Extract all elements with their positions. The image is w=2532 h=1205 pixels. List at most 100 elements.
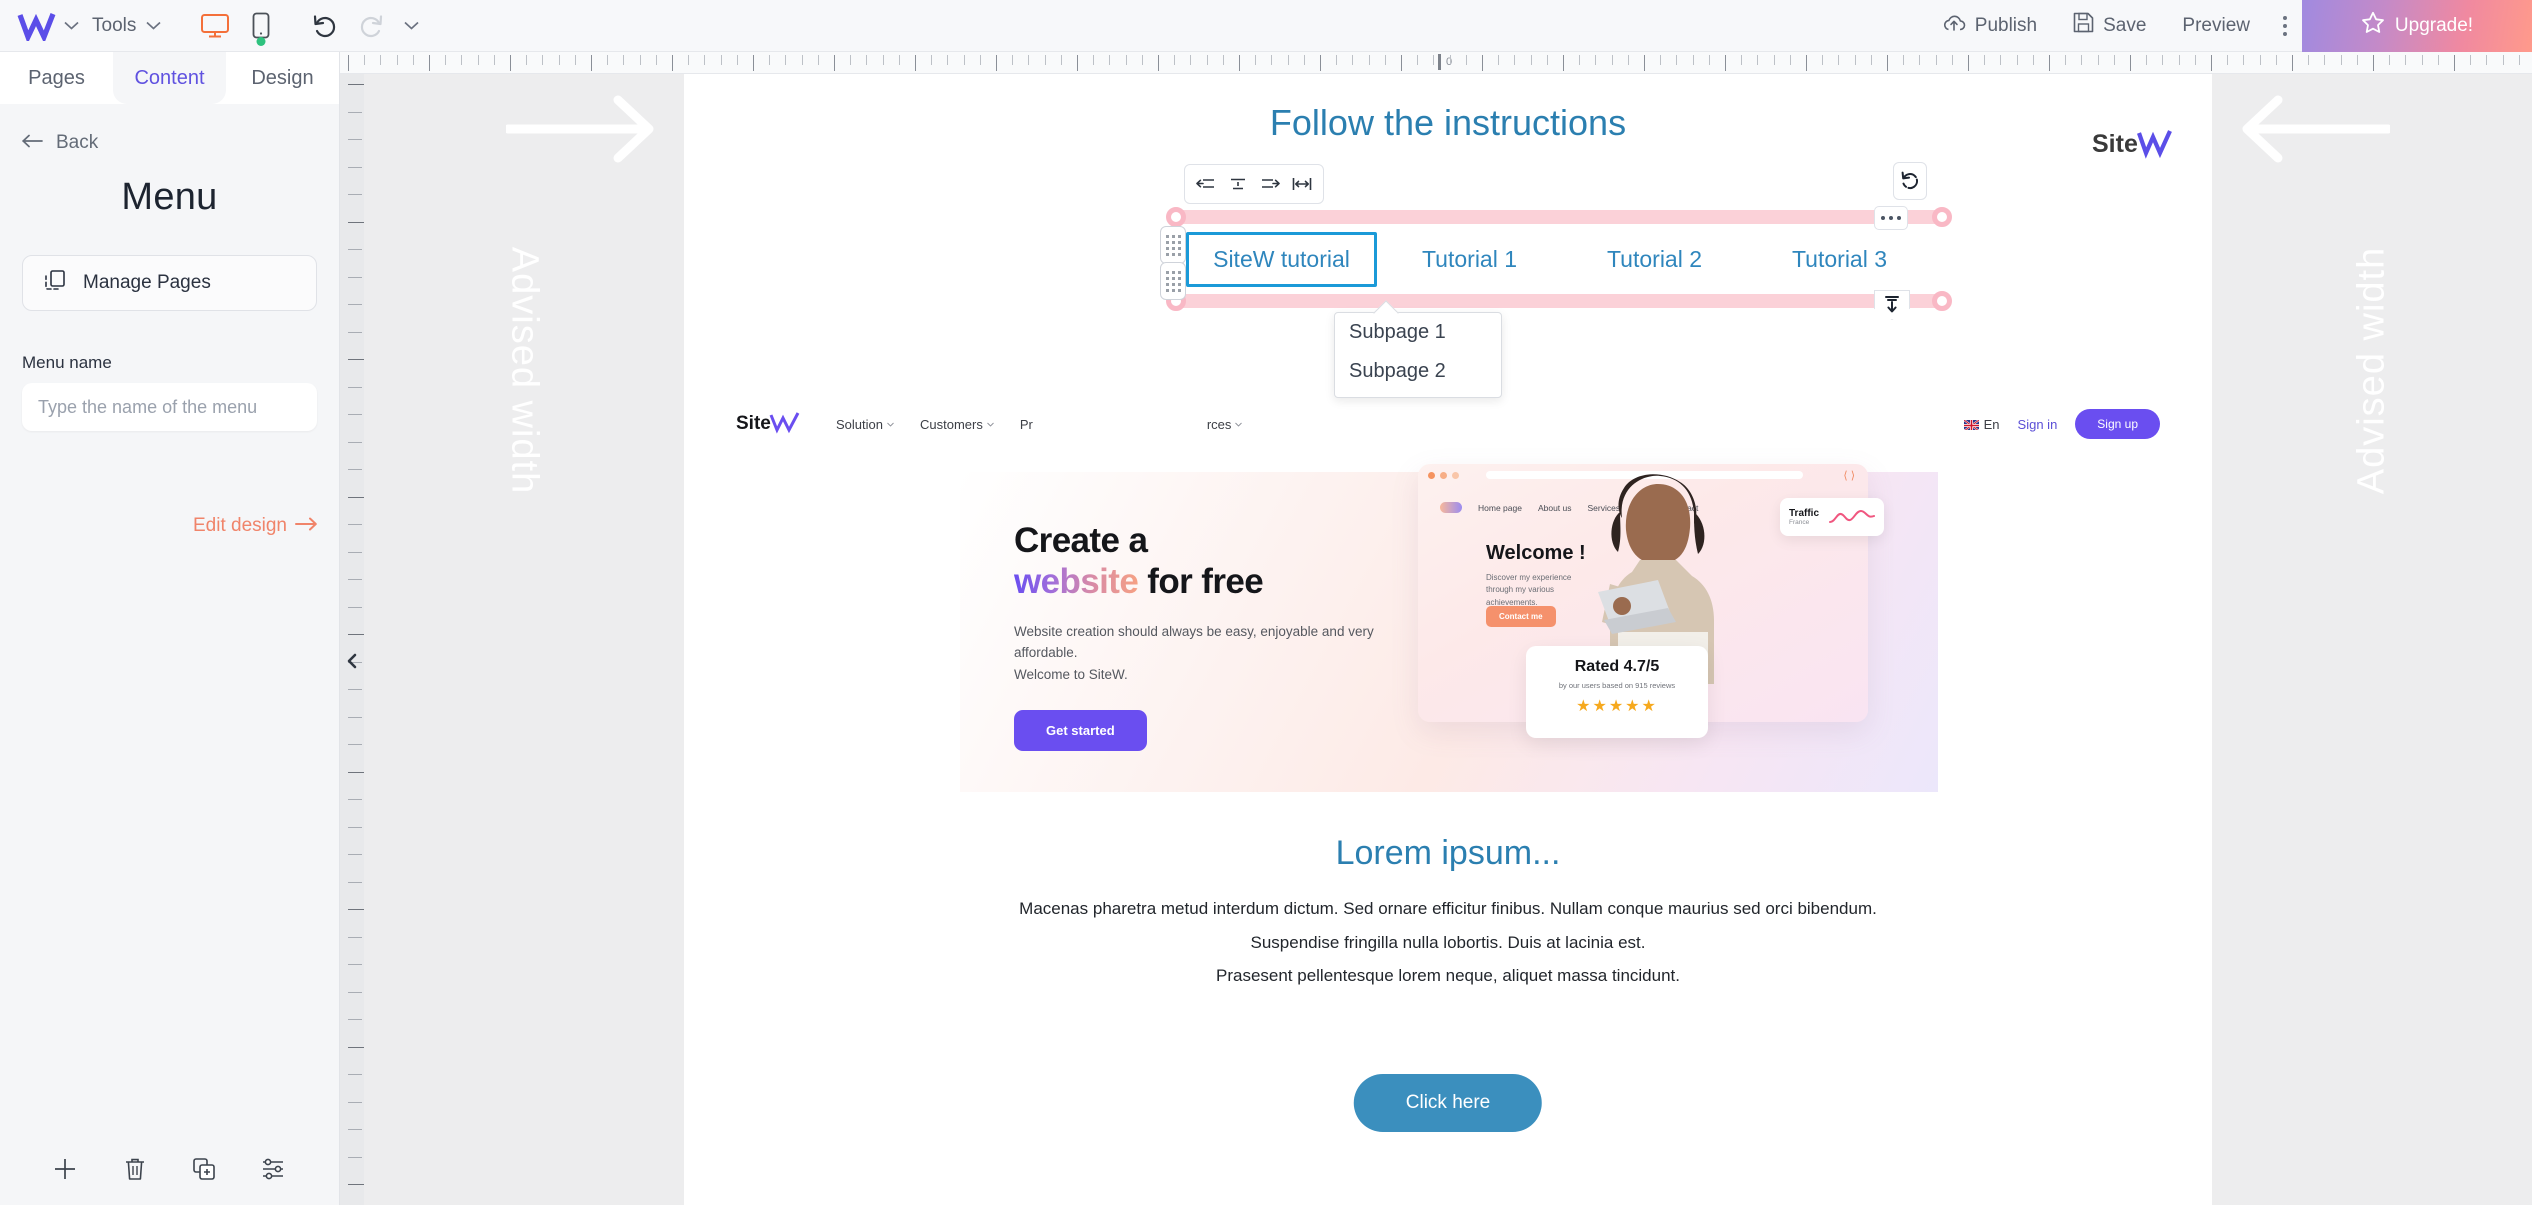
ruler-tick-v	[348, 359, 364, 360]
ruler-tick	[721, 55, 722, 65]
logo-dropdown-chevron-icon[interactable]	[60, 15, 82, 37]
ruler-tick	[656, 55, 657, 65]
move-down-icon[interactable]	[1874, 290, 1910, 320]
ruler-tick	[2324, 55, 2325, 65]
ruler-tick	[2389, 55, 2390, 65]
drag-handle-lower[interactable]	[1160, 262, 1186, 300]
page-title: Menu	[121, 176, 218, 218]
tab-pages[interactable]: Pages	[0, 52, 113, 104]
vertical-ruler[interactable]	[340, 74, 364, 1205]
ruler-zero-mark	[1438, 54, 1441, 70]
ruler-tick-v	[348, 1102, 362, 1103]
panel-collapse-handle[interactable]	[340, 648, 364, 674]
ruler-tick	[1563, 55, 1564, 71]
mockup-traffic-sub: France	[1789, 519, 1810, 526]
ruler-tick	[2146, 55, 2147, 65]
reset-icon[interactable]	[1893, 162, 1927, 200]
selection-bar-top[interactable]	[1174, 210, 1944, 224]
ruler-tick	[1126, 55, 1127, 65]
ruler-tick-v	[348, 799, 362, 800]
full-width-icon[interactable]	[1287, 167, 1317, 201]
ruler-tick	[850, 55, 851, 65]
site-nav-link-solution[interactable]: Solution	[836, 417, 894, 432]
ruler-tick-v	[348, 579, 362, 580]
ruler-tick	[1304, 55, 1305, 65]
ruler-tick	[980, 55, 981, 65]
more-options-icon[interactable]	[2268, 0, 2302, 52]
menu-name-input[interactable]	[22, 383, 317, 431]
save-button[interactable]: Save	[2055, 0, 2164, 52]
desktop-view-button[interactable]	[192, 6, 238, 46]
ruler-tick	[2438, 55, 2439, 65]
tab-design[interactable]: Design	[226, 52, 339, 104]
tools-menu[interactable]: Tools	[82, 0, 174, 52]
ruler-tick	[2405, 55, 2406, 65]
menu-item-tutorial-2[interactable]: Tutorial 2	[1562, 235, 1747, 284]
selection-bar-bottom[interactable]	[1174, 294, 1944, 308]
undo-button[interactable]	[302, 6, 348, 46]
resize-handle-bottom-right[interactable]	[1932, 291, 1952, 311]
drag-handle-upper[interactable]	[1160, 226, 1186, 264]
ruler-tick-v	[348, 332, 362, 333]
ruler-tick-v	[348, 249, 362, 250]
tab-content[interactable]: Content	[113, 52, 226, 104]
language-selector[interactable]: En	[1963, 416, 2000, 432]
site-nav-link-customers[interactable]: Customers	[920, 417, 994, 432]
get-started-button[interactable]: Get started	[1014, 710, 1147, 752]
menu-item-sitew-tutorial[interactable]: SiteW tutorial	[1186, 231, 1377, 287]
back-label: Back	[56, 132, 99, 153]
manage-pages-button[interactable]: Manage Pages	[22, 255, 317, 311]
duplicate-icon[interactable]	[183, 1148, 225, 1190]
site-nav-link-resources[interactable]: rces	[1207, 417, 1243, 432]
ruler-tick-v	[348, 414, 362, 415]
ruler-tick	[1223, 55, 1224, 65]
trash-icon[interactable]	[114, 1148, 156, 1190]
preview-button[interactable]: Preview	[2164, 0, 2268, 52]
lorem-heading: Lorem ipsum...	[1335, 834, 1561, 872]
mockup-welcome-title: Welcome !	[1486, 542, 1586, 564]
align-left-icon[interactable]	[1191, 167, 1221, 201]
site-nav-link-pricing[interactable]: Pr	[1020, 417, 1033, 432]
settings-sliders-icon[interactable]	[253, 1148, 295, 1190]
sign-in-link[interactable]: Sign in	[2018, 417, 2058, 432]
back-button[interactable]: Back	[22, 104, 317, 154]
ruler-tick	[1401, 55, 1402, 71]
site-nav-label-2: Pr	[1019, 416, 1033, 432]
publish-button[interactable]: Publish	[1924, 0, 2055, 52]
language-label: En	[1983, 416, 2000, 432]
sitew-logo-icon[interactable]	[14, 9, 60, 43]
ruler-tick	[1531, 55, 1532, 65]
menu-name-label: Menu name	[22, 353, 112, 372]
menu-item-tutorial-1[interactable]: Tutorial 1	[1377, 235, 1562, 284]
ruler-tick-v	[348, 552, 362, 553]
sign-up-button[interactable]: Sign up	[2075, 409, 2160, 439]
left-sidebar: Pages Content Design Back Menu Manage Pa…	[0, 52, 340, 1205]
click-here-button[interactable]: Click here	[1353, 1074, 1543, 1132]
submenu-item-subpage-1[interactable]: Subpage 1	[1335, 313, 1501, 352]
resize-handle-top-right[interactable]	[1932, 207, 1952, 227]
ruler-tick-v	[348, 1074, 362, 1075]
redo-button[interactable]	[348, 6, 394, 46]
add-icon[interactable]	[44, 1148, 86, 1190]
ruler-tick	[1466, 55, 1467, 65]
ruler-tick	[672, 55, 673, 71]
submenu-item-subpage-2[interactable]: Subpage 2	[1335, 352, 1501, 391]
upgrade-button[interactable]: Upgrade!	[2302, 0, 2532, 52]
ruler-tick	[1077, 55, 1078, 71]
chevron-down-icon-0	[887, 422, 894, 427]
align-center-icon[interactable]	[1223, 167, 1253, 201]
align-right-icon[interactable]	[1255, 167, 1285, 201]
resize-handle-top-left[interactable]	[1166, 207, 1186, 227]
ruler-tick	[1871, 55, 1872, 65]
ruler-tick	[413, 55, 414, 65]
history-chevron-icon[interactable]	[394, 15, 428, 37]
ruler-tick	[1579, 55, 1580, 65]
menu-item-tutorial-3[interactable]: Tutorial 3	[1747, 235, 1932, 284]
ruler-tick	[2081, 55, 2082, 65]
ruler-tick	[2049, 55, 2050, 71]
edit-design-link[interactable]: Edit design	[22, 515, 317, 537]
horizontal-ruler[interactable]: 0	[340, 52, 2532, 74]
widget-more-options-icon[interactable]	[1874, 206, 1908, 230]
sitew-watermark-logo: Site	[2092, 126, 2174, 160]
mobile-view-button[interactable]	[238, 6, 284, 46]
